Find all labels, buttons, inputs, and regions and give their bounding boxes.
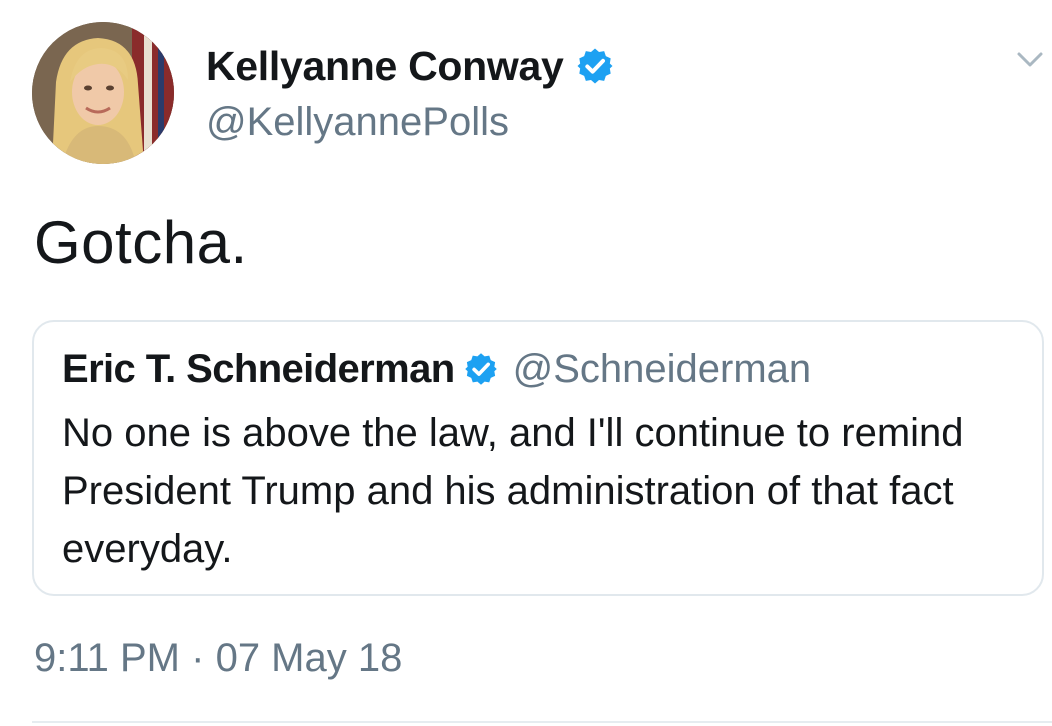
author-handle[interactable]: @KellyannePolls: [206, 100, 509, 145]
quoted-author-display-name: Eric T. Schneiderman: [62, 346, 455, 391]
tweet: Kellyanne Conway @KellyannePolls Gotcha.…: [0, 0, 1052, 726]
author-avatar[interactable]: [32, 22, 174, 164]
quoted-tweet-card[interactable]: Eric T. Schneiderman @Schneiderman No on…: [32, 320, 1044, 596]
tweet-text: Gotcha.: [34, 209, 248, 276]
tweet-time: 9:11 PM: [34, 636, 180, 680]
chevron-down-icon[interactable]: [1016, 50, 1044, 70]
author-display-name[interactable]: Kellyanne Conway: [206, 43, 564, 90]
tweet-timestamp[interactable]: 9:11 PM · 07 May 18: [34, 636, 402, 681]
verified-badge-icon: [577, 48, 613, 84]
tweet-date: 07 May 18: [215, 636, 403, 680]
timestamp-separator: ·: [191, 636, 205, 680]
verified-badge-icon: [464, 353, 497, 385]
quoted-author-handle: @Schneiderman: [512, 346, 812, 391]
quoted-tweet-header: Eric T. Schneiderman @Schneiderman: [62, 344, 811, 394]
author-name-row: Kellyanne Conway: [206, 40, 615, 92]
divider: [32, 721, 1052, 723]
quoted-tweet-text: No one is above the law, and I'll contin…: [62, 411, 964, 571]
avatar-image: [32, 22, 174, 164]
